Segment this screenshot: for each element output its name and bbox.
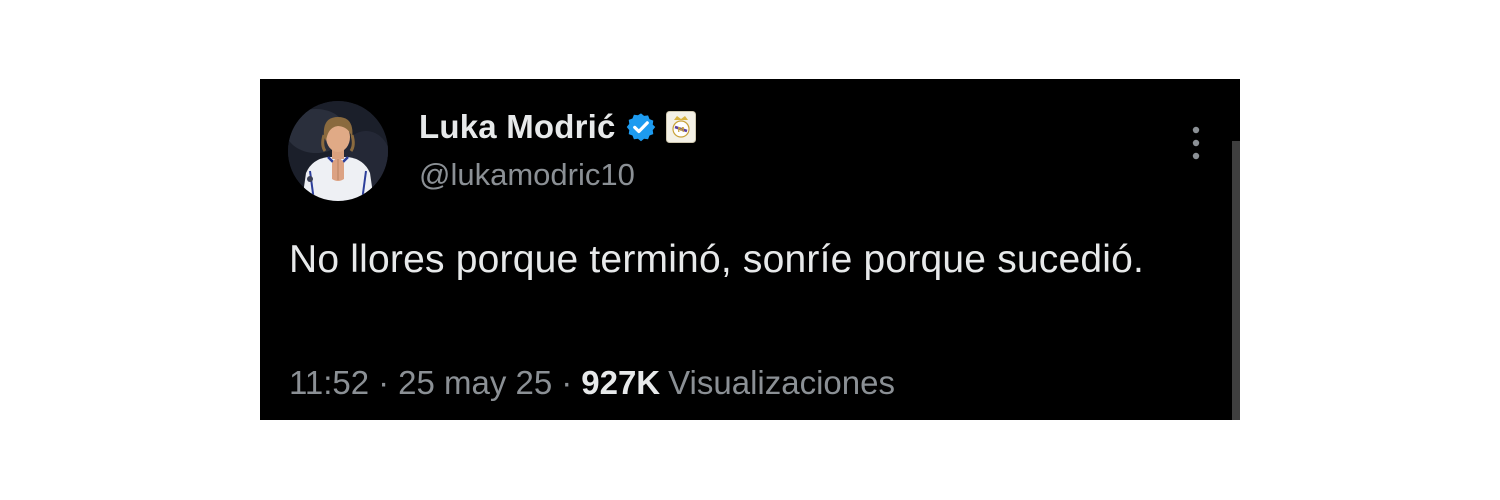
- avatar[interactable]: [288, 101, 388, 201]
- tweet-date[interactable]: 25 may 25: [398, 364, 552, 402]
- svg-text:M: M: [677, 126, 684, 134]
- author-handle[interactable]: @lukamodric10: [419, 157, 696, 193]
- avatar-photo: [288, 101, 388, 201]
- tweet-card: Luka Modrić M @lukamodric10 No llores po…: [260, 79, 1240, 420]
- verified-badge-icon[interactable]: [625, 111, 657, 143]
- views-label[interactable]: Visualizaciones: [668, 364, 895, 402]
- scrollbar-track: [1232, 141, 1240, 420]
- meta-separator: ·: [561, 364, 573, 401]
- meta-separator: ·: [378, 364, 390, 401]
- views-count[interactable]: 927K: [581, 364, 660, 402]
- tweet-header: Luka Modrić M @lukamodric10: [419, 107, 696, 193]
- author-display-name[interactable]: Luka Modrić: [419, 108, 616, 146]
- more-vertical-icon[interactable]: [1190, 125, 1202, 161]
- author-name-row: Luka Modrić M: [419, 107, 696, 147]
- real-madrid-crest-icon[interactable]: M: [665, 111, 696, 143]
- tweet-text: No llores porque terminó, sonríe porque …: [289, 238, 1145, 281]
- tweet-meta: 11:52 · 25 may 25 · 927K Visualizaciones: [289, 364, 895, 402]
- tweet-time[interactable]: 11:52: [289, 364, 369, 402]
